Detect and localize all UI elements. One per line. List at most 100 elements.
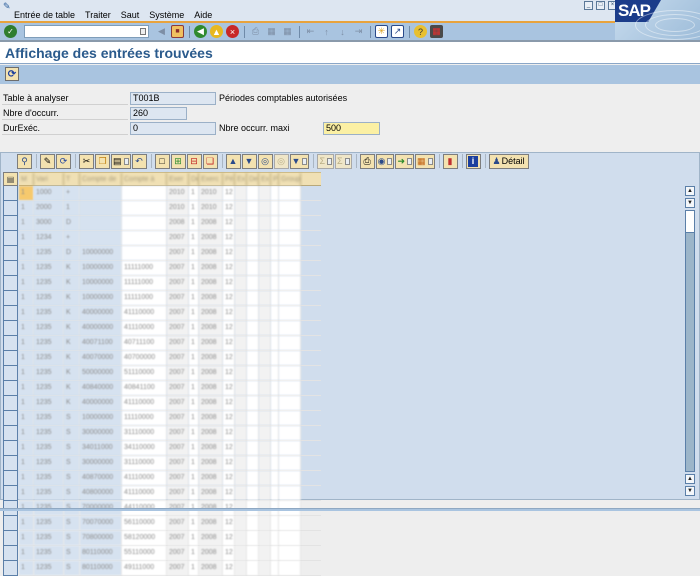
- table-cell[interactable]: 1: [189, 396, 199, 410]
- column-header[interactable]: Compte à: [122, 173, 167, 186]
- table-cell[interactable]: [259, 276, 271, 290]
- cut-button[interactable]: ✂: [79, 153, 94, 169]
- table-cell[interactable]: 1235: [34, 291, 64, 305]
- table-cell[interactable]: [259, 246, 271, 260]
- table-cell[interactable]: 2008: [199, 276, 223, 290]
- table-row[interactable]: 1 1235 K 40000000 41110000 2007 1 2008 12: [19, 321, 321, 336]
- table-cell[interactable]: [122, 186, 167, 200]
- table-cell[interactable]: [279, 411, 301, 425]
- table-cell[interactable]: [235, 201, 247, 215]
- row-selector[interactable]: [3, 426, 18, 441]
- table-cell[interactable]: 40841100: [122, 381, 167, 395]
- column-header[interactable]: Exer: [167, 173, 189, 186]
- table-cell[interactable]: 12: [223, 216, 235, 230]
- command-field[interactable]: [24, 25, 149, 38]
- table-cell[interactable]: 10000000: [80, 276, 122, 290]
- table-cell[interactable]: [271, 516, 279, 530]
- table-cell[interactable]: [122, 216, 167, 230]
- table-cell[interactable]: 12: [223, 426, 235, 440]
- collapse-arrow-icon[interactable]: ◀: [155, 25, 168, 38]
- table-cell[interactable]: 2007: [167, 561, 189, 575]
- table-cell[interactable]: 12: [223, 441, 235, 455]
- table-cell[interactable]: 2007: [167, 396, 189, 410]
- table-cell[interactable]: [80, 216, 122, 230]
- table-cell[interactable]: 12: [223, 411, 235, 425]
- table-cell[interactable]: S: [64, 486, 80, 500]
- table-cell[interactable]: 1235: [34, 531, 64, 545]
- cancel-icon[interactable]: ×: [226, 25, 239, 38]
- table-cell[interactable]: +: [64, 231, 80, 245]
- table-cell[interactable]: [271, 531, 279, 545]
- table-cell[interactable]: 1: [189, 561, 199, 575]
- table-cell[interactable]: [271, 471, 279, 485]
- row-selector[interactable]: [3, 441, 18, 456]
- table-cell[interactable]: 56110000: [122, 516, 167, 530]
- table-cell[interactable]: [235, 381, 247, 395]
- row-selector[interactable]: [3, 276, 18, 291]
- table-cell[interactable]: 1235: [34, 306, 64, 320]
- table-cell[interactable]: 1: [64, 201, 80, 215]
- table-cell[interactable]: [259, 321, 271, 335]
- table-cell[interactable]: [259, 546, 271, 560]
- table-row[interactable]: 1 1235 S 80110000 49111000 2007 1 2008 12: [19, 561, 321, 576]
- table-cell[interactable]: 1235: [34, 336, 64, 350]
- table-cell[interactable]: 10000000: [80, 291, 122, 305]
- table-cell[interactable]: [271, 351, 279, 365]
- table-cell[interactable]: [235, 561, 247, 575]
- table-cell[interactable]: [279, 276, 301, 290]
- table-cell[interactable]: 1235: [34, 486, 64, 500]
- row-selector[interactable]: [3, 396, 18, 411]
- column-header[interactable]: De: [247, 173, 259, 186]
- table-cell[interactable]: 1235: [34, 561, 64, 575]
- table-cell[interactable]: 1: [19, 531, 34, 545]
- table-row[interactable]: 1 1235 S 10000000 11110000 2007 1 2008 12: [19, 411, 321, 426]
- detail-button[interactable]: ♟ Détail: [488, 153, 529, 169]
- table-cell[interactable]: [235, 426, 247, 440]
- table-cell[interactable]: 2007: [167, 546, 189, 560]
- row-selector[interactable]: [3, 411, 18, 426]
- system-menu-icon[interactable]: ✎: [3, 1, 13, 11]
- table-cell[interactable]: 1235: [34, 546, 64, 560]
- table-cell[interactable]: S: [64, 471, 80, 485]
- table-cell[interactable]: 12: [223, 381, 235, 395]
- minimize-icon[interactable]: _: [584, 1, 593, 10]
- table-cell[interactable]: [279, 261, 301, 275]
- table-cell[interactable]: [259, 186, 271, 200]
- menu-saut[interactable]: Saut: [121, 10, 140, 20]
- table-cell[interactable]: 12: [223, 561, 235, 575]
- table-cell[interactable]: 12: [223, 351, 235, 365]
- check-button[interactable]: ✎: [40, 153, 55, 169]
- table-cell[interactable]: 1235: [34, 366, 64, 380]
- table-cell[interactable]: [279, 381, 301, 395]
- table-cell[interactable]: 2008: [199, 216, 223, 230]
- total-menu-caret[interactable]: [327, 157, 333, 165]
- graphic-button[interactable]: ▮: [442, 153, 458, 169]
- table-cell[interactable]: 2007: [167, 261, 189, 275]
- table-cell[interactable]: 2010: [199, 186, 223, 200]
- table-cell[interactable]: 40070000: [80, 351, 122, 365]
- table-cell[interactable]: 2008: [199, 426, 223, 440]
- table-cell[interactable]: 31110000: [122, 456, 167, 470]
- table-cell[interactable]: 12: [223, 261, 235, 275]
- table-cell[interactable]: [279, 201, 301, 215]
- table-cell[interactable]: [80, 201, 122, 215]
- table-cell[interactable]: [259, 441, 271, 455]
- table-row[interactable]: 1 1235 K 40840000 40841100 2007 1 2008 12: [19, 381, 321, 396]
- table-cell[interactable]: [271, 306, 279, 320]
- table-cell[interactable]: [235, 216, 247, 230]
- filter-menu-caret[interactable]: [302, 157, 308, 165]
- table-row[interactable]: 1 1235 S 40800000 41110000 2007 1 2008 12: [19, 486, 321, 501]
- table-cell[interactable]: 2008: [199, 336, 223, 350]
- table-cell[interactable]: [235, 306, 247, 320]
- table-cell[interactable]: 2008: [167, 216, 189, 230]
- column-header[interactable]: De: [189, 173, 199, 186]
- table-cell[interactable]: 70800000: [80, 531, 122, 545]
- table-cell[interactable]: 1235: [34, 411, 64, 425]
- table-cell[interactable]: 2007: [167, 321, 189, 335]
- table-cell[interactable]: 2008: [199, 411, 223, 425]
- table-cell[interactable]: K: [64, 381, 80, 395]
- row-selector[interactable]: [3, 471, 18, 486]
- shortcut-icon[interactable]: ↗: [391, 25, 404, 38]
- table-cell[interactable]: 1: [19, 486, 34, 500]
- table-cell[interactable]: [279, 456, 301, 470]
